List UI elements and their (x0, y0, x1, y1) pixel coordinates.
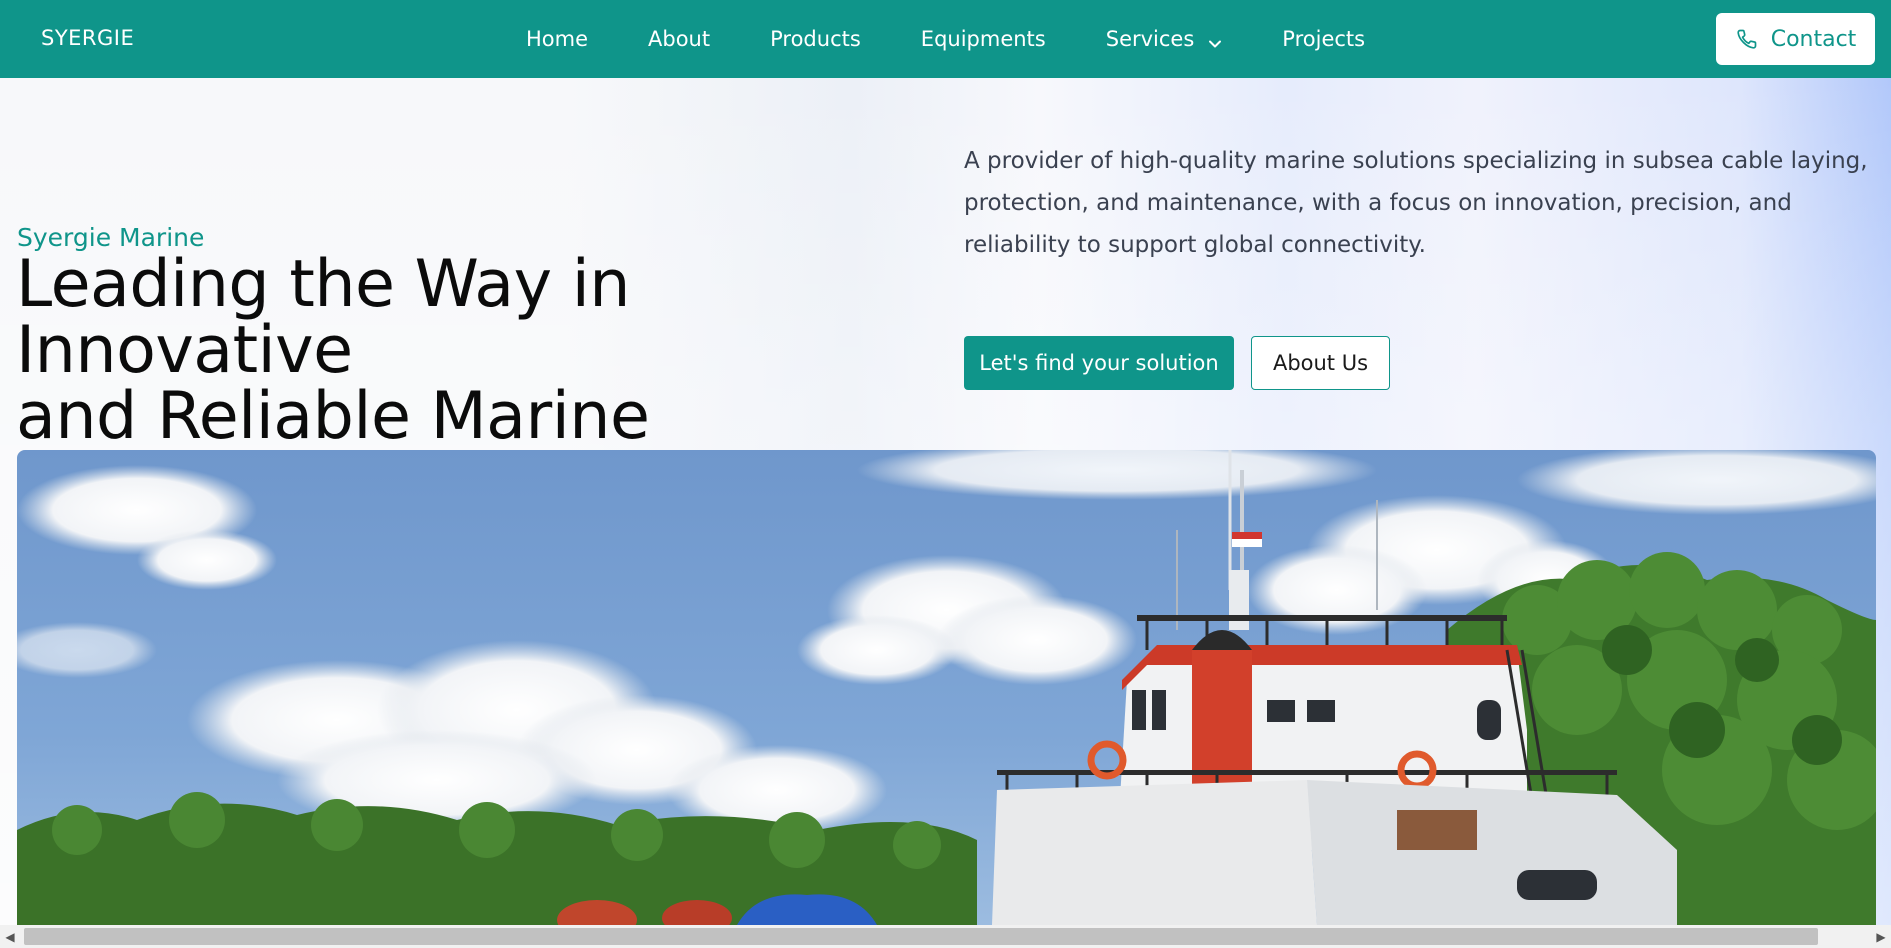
page: SYERGIE Home About Products Equipments S… (0, 0, 1891, 948)
contact-button[interactable]: Contact (1716, 13, 1875, 65)
chevron-down-icon[interactable] (1208, 32, 1222, 48)
nav-link-projects[interactable]: Projects (1282, 27, 1365, 51)
find-solution-button[interactable]: Let's find your solution (964, 336, 1234, 390)
main-nav: Home About Products Equipments Services … (526, 0, 1425, 78)
scrollbar-thumb[interactable] (24, 928, 1818, 945)
nav-link-services[interactable]: Services (1106, 27, 1223, 51)
nav-link-equipments[interactable]: Equipments (921, 27, 1046, 51)
horizontal-scrollbar[interactable]: ◀ ▶ (0, 925, 1891, 948)
nav-link-home[interactable]: Home (526, 27, 588, 51)
about-us-button[interactable]: About Us (1251, 336, 1390, 390)
phone-icon (1735, 27, 1759, 51)
scroll-left-arrow-icon[interactable]: ◀ (0, 925, 20, 948)
hero-ship-image (17, 450, 1876, 925)
brand-logo[interactable]: SYERGIE (41, 26, 134, 50)
scrollbar-track[interactable] (20, 925, 1871, 948)
hero-description: A provider of high-quality marine soluti… (964, 148, 1868, 258)
hero-headline-line-1: Leading the Way in Innovative (16, 247, 631, 388)
nav-link-products[interactable]: Products (770, 27, 861, 51)
contact-button-label: Contact (1770, 26, 1857, 52)
ship-illustration (17, 450, 1876, 925)
nav-link-about[interactable]: About (648, 27, 710, 51)
nav-link-services-label: Services (1105, 27, 1195, 51)
scroll-right-arrow-icon[interactable]: ▶ (1871, 925, 1891, 948)
top-navbar: SYERGIE Home About Products Equipments S… (0, 0, 1891, 78)
